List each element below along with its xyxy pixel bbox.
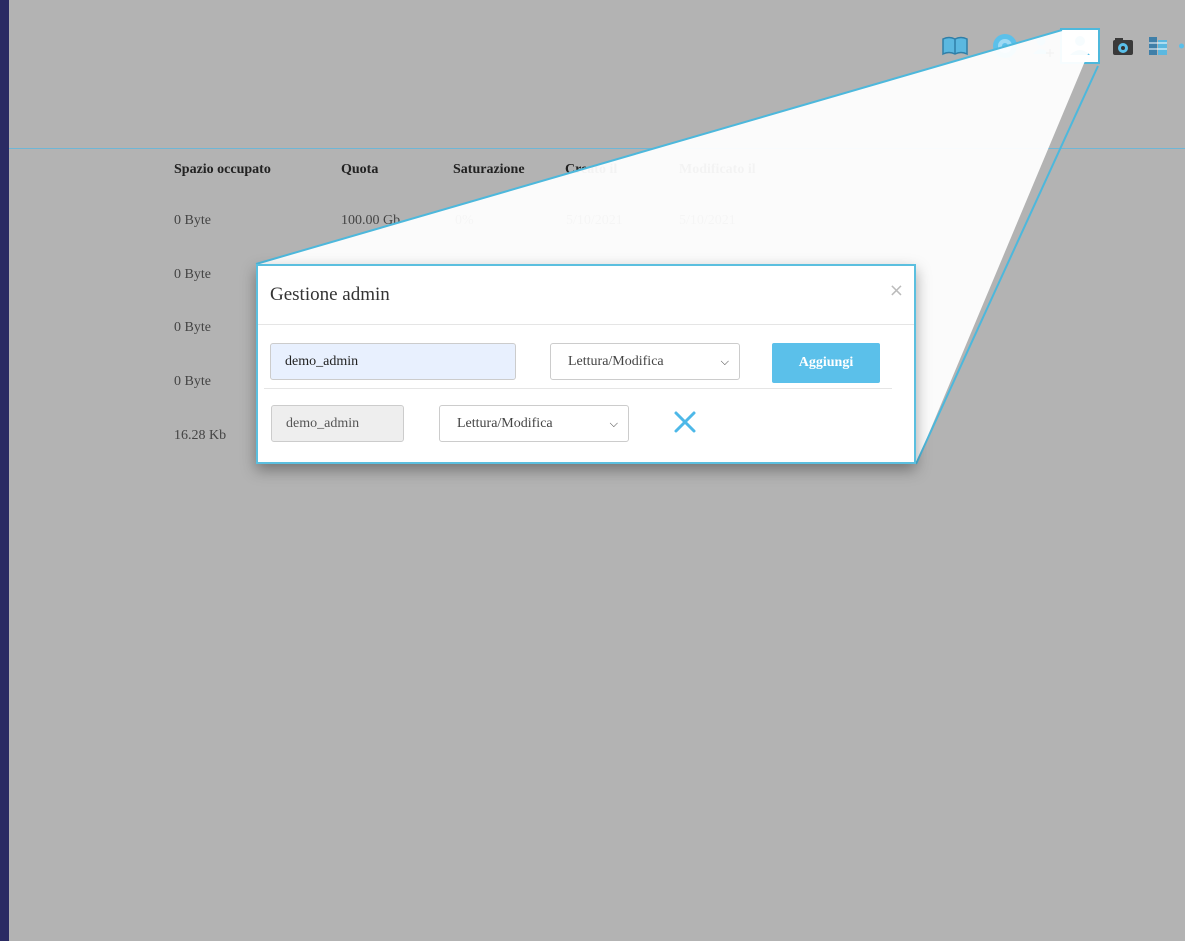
chevron-down-icon: ⌵ [720,354,729,368]
remove-admin-icon[interactable] [672,409,698,435]
table-cell-spazio: 0 Byte [174,267,211,282]
more-icon[interactable] [1178,28,1185,64]
top-toolbar [938,28,1185,64]
manage-admin-dialog: Gestione admin × demo_admin Lettura/Modi… [256,264,916,464]
col-spazio-occupato[interactable]: Spazio occupato [174,162,271,178]
header-divider [9,148,1185,149]
database-icon[interactable] [1144,28,1172,64]
table-cell-spazio: 0 Byte [174,213,211,228]
settings-circle-icon[interactable] [988,28,1022,64]
table-cell-quota: 100.00 Gb [341,213,401,228]
new-admin-permission-select[interactable]: Lettura/Modifica ⌵ [550,343,740,380]
chevron-down-icon: ⌵ [609,416,618,430]
existing-admin-input: demo_admin [271,405,404,442]
zoom-callout [255,29,1099,465]
select-value: Lettura/Modifica [457,415,553,431]
table-cell-modificato: 5/10/2021 [679,213,736,228]
close-icon[interactable]: × [889,280,904,301]
new-admin-input[interactable]: demo_admin [270,343,516,380]
add-user-icon[interactable] [1030,28,1058,64]
add-admin-button[interactable]: Aggiungi [772,343,880,383]
table-cell-spazio: 0 Byte [174,374,211,389]
table-cell-spazio: 16.28 Kb [174,428,227,443]
select-value: Lettura/Modifica [568,353,664,369]
col-modificato-il[interactable]: Modificato il [679,162,756,178]
camera-icon[interactable] [1108,28,1138,64]
user-admin-icon[interactable] [1060,28,1100,64]
col-saturazione[interactable]: Saturazione [453,162,525,178]
left-sidebar-strip [0,0,9,941]
table-cell-saturazione: 0% [455,213,474,228]
dialog-title: Gestione admin [270,284,390,305]
col-creato-il[interactable]: Creato il [565,162,617,178]
dialog-divider [258,324,914,325]
book-icon[interactable] [938,28,972,64]
table-cell-creato: 5/10/2021 [566,213,623,228]
existing-admin-permission-select[interactable]: Lettura/Modifica ⌵ [439,405,629,442]
dialog-divider [264,388,892,389]
table-cell-spazio: 0 Byte [174,320,211,335]
col-quota[interactable]: Quota [341,162,378,178]
